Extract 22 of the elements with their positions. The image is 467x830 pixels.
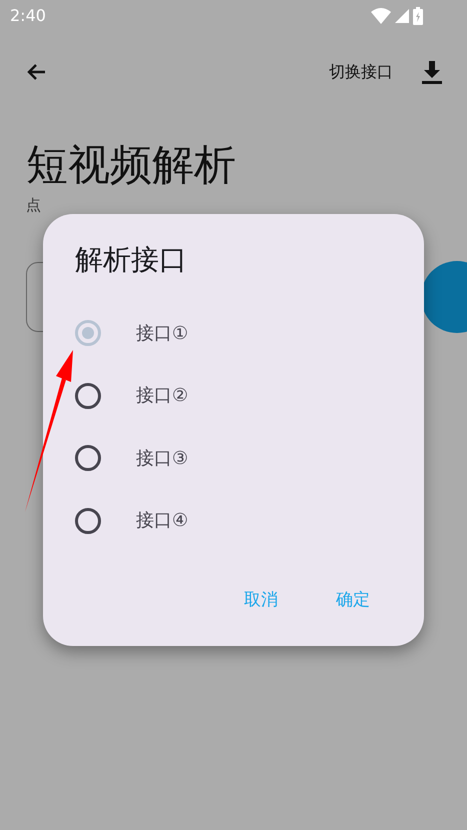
status-time: 2:40 <box>10 5 46 27</box>
radio-option[interactable]: 接口② <box>75 364 392 427</box>
radio-unselected[interactable] <box>75 445 101 472</box>
option-label: 接口④ <box>136 509 188 534</box>
download-button[interactable] <box>419 59 445 85</box>
switch-interface-button[interactable]: 切换接口 <box>329 60 393 84</box>
radio-option[interactable]: 接口① <box>75 302 392 364</box>
dialog-title: 解析接口 <box>75 242 188 278</box>
page-subtitle: 点 <box>26 195 42 216</box>
download-icon <box>421 60 443 84</box>
option-label: 接口③ <box>136 446 188 471</box>
radio-unselected[interactable] <box>75 382 101 409</box>
radio-option[interactable]: 接口④ <box>75 490 392 552</box>
radio-selected[interactable] <box>75 320 101 346</box>
wifi-icon <box>371 8 391 24</box>
option-label: 接口② <box>136 384 188 408</box>
radio-option[interactable]: 接口③ <box>75 427 392 490</box>
radio-unselected[interactable] <box>75 508 101 534</box>
signal-icon <box>395 9 409 23</box>
page-title: 短视频解析 <box>26 139 237 191</box>
battery-icon <box>413 7 423 25</box>
option-label: 接口① <box>136 322 188 346</box>
